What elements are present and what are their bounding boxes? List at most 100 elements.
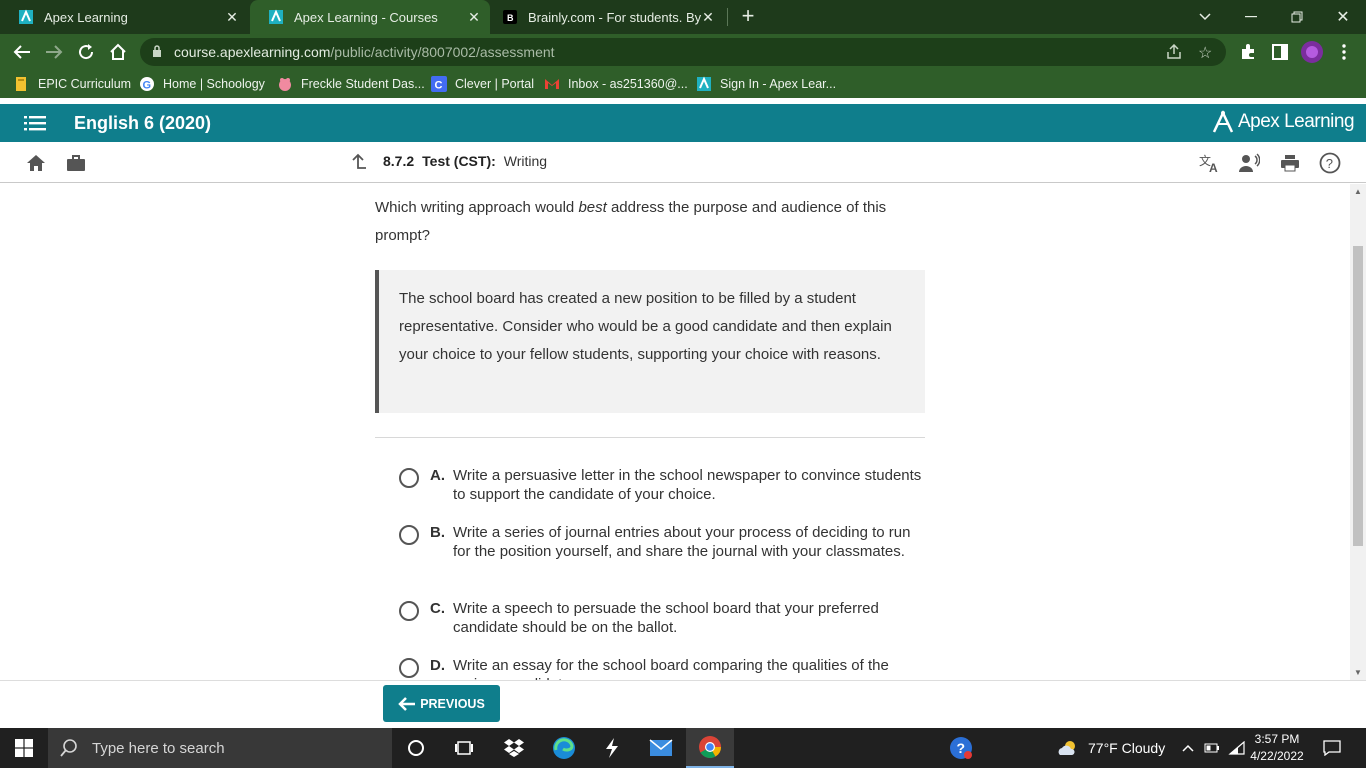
windows-start-icon[interactable] (0, 728, 48, 768)
browser-tab-apex-courses[interactable]: Apex Learning - Courses ✕ (250, 0, 490, 34)
bookmark-label: Sign In - Apex Lear... (720, 77, 837, 91)
option-text: Write a speech to persuade the school bo… (453, 600, 879, 636)
mail-icon[interactable] (637, 728, 685, 768)
apex-icon (697, 76, 711, 91)
apex-favicon-icon (19, 9, 33, 24)
taskbar-clock[interactable]: 3:57 PM 4/22/2022 (1244, 731, 1310, 765)
side-panel-icon[interactable] (1268, 40, 1292, 64)
gmail-icon (545, 79, 559, 89)
apex-header: English 6 (2020) Apex Learning (0, 104, 1366, 142)
close-tab-icon[interactable]: ✕ (700, 9, 716, 25)
bookmark-label: Inbox - as251360@... (568, 77, 688, 91)
help-icon[interactable]: ? (1319, 152, 1341, 174)
menu-hamburger-icon[interactable] (24, 114, 46, 132)
up-arrow-icon[interactable] (350, 153, 366, 169)
forward-arrow-icon[interactable] (42, 40, 66, 64)
svg-text:B: B (507, 13, 514, 23)
browser-tab-apex-learning[interactable]: Apex Learning ✕ (0, 0, 248, 34)
print-icon[interactable] (1279, 152, 1301, 174)
battery-icon[interactable] (1204, 728, 1220, 768)
svg-text:?: ? (957, 740, 966, 756)
clock-time: 3:57 PM (1254, 732, 1300, 746)
scrollbar-thumb[interactable] (1353, 246, 1363, 546)
browser-tab-strip: Apex Learning ✕ Apex Learning - Courses … (0, 0, 1366, 34)
bookmark-apex-signin[interactable]: Sign In - Apex Lear... (696, 75, 836, 93)
freckle-icon (279, 78, 291, 91)
translate-icon[interactable]: 文A (1199, 152, 1221, 174)
apex-favicon-icon (269, 9, 283, 24)
new-tab-button[interactable]: + (736, 5, 760, 29)
back-arrow-icon[interactable] (10, 40, 34, 64)
apex-learning-logo: Apex Learning (1212, 110, 1355, 134)
home-icon[interactable] (106, 40, 130, 64)
option-letter: B. (430, 524, 445, 541)
restore-window-icon[interactable] (1274, 0, 1320, 34)
cloudy-weather-icon (1058, 741, 1075, 755)
question-text: Which writing approach would best addres… (375, 194, 930, 250)
weather-widget[interactable]: 77°F Cloudy (1056, 728, 1165, 768)
address-bar[interactable]: course.apexlearning.com/public/activity/… (140, 38, 1226, 66)
bookmark-freckle[interactable]: Freckle Student Das... (277, 75, 425, 93)
assessment-footer: PREVIOUS (0, 680, 1366, 728)
tab-title: Brainly.com - For students. By stu (528, 9, 704, 25)
notification-icon[interactable] (1323, 728, 1341, 768)
radio-button[interactable] (399, 658, 419, 678)
answer-option-a[interactable]: A. Write a persuasive letter in the scho… (399, 466, 929, 504)
bookmark-inbox[interactable]: Inbox - as251360@... (544, 75, 688, 93)
brainly-favicon-icon: B (503, 10, 517, 24)
radio-button[interactable] (399, 525, 419, 545)
bookmark-home-schoology[interactable]: G Home | Schoology (139, 75, 265, 93)
breadcrumb: 8.7.2 Test (CST): Writing (350, 153, 547, 169)
option-text: Write an essay for the school board comp… (453, 657, 889, 680)
cortana-icon[interactable] (392, 728, 440, 768)
option-text: Write a series of journal entries about … (453, 524, 911, 560)
question-emphasis: best (578, 199, 607, 216)
app-lightning-icon[interactable] (588, 728, 636, 768)
bookmark-label: EPIC Curriculum (38, 77, 132, 91)
browser-tab-brainly[interactable]: B Brainly.com - For students. By stu ✕ (484, 0, 724, 34)
dropbox-icon[interactable] (490, 728, 538, 768)
home-icon[interactable] (25, 152, 47, 174)
bookmark-clever[interactable]: C Clever | Portal (431, 75, 534, 93)
svg-text:A: A (1209, 161, 1218, 173)
close-tab-icon[interactable]: ✕ (224, 9, 240, 25)
browser-menu-icon[interactable] (1332, 40, 1356, 64)
chrome-icon[interactable] (686, 728, 734, 768)
search-placeholder: Type here to search (92, 739, 225, 757)
reload-icon[interactable] (74, 40, 98, 64)
close-tab-icon[interactable]: ✕ (466, 9, 482, 25)
show-hidden-icons-icon[interactable] (1182, 728, 1194, 768)
bookmarks-bar: EPIC Curriculum G Home | Schoology Freck… (0, 70, 1366, 98)
answer-option-b[interactable]: B. Write a series of journal entries abo… (399, 523, 929, 561)
bookmark-folder-icon (16, 77, 26, 91)
assessment-content: Which writing approach would best addres… (0, 184, 1350, 680)
lock-icon (153, 45, 161, 57)
activity-subnav: 8.7.2 Test (CST): Writing 文A ? (0, 142, 1366, 183)
task-view-icon[interactable] (440, 728, 488, 768)
tab-search-icon[interactable] (1182, 0, 1228, 34)
activity-type: Test (CST): (422, 153, 496, 169)
close-window-icon[interactable]: ✕ (1320, 0, 1366, 34)
previous-button[interactable]: PREVIOUS (383, 685, 500, 722)
content-scrollbar[interactable]: ▲ ▼ (1350, 184, 1366, 680)
minimize-window-icon[interactable] (1228, 0, 1274, 34)
url-host: course.apexlearning.com (174, 44, 331, 60)
tab-title: Apex Learning (44, 9, 128, 25)
profile-avatar-icon[interactable] (1300, 40, 1324, 64)
answer-option-d[interactable]: D. Write an essay for the school board c… (399, 656, 929, 680)
help-tips-icon[interactable]: ? (937, 728, 985, 768)
writing-prompt-quote: The school board has created a new posit… (375, 270, 925, 413)
edge-icon[interactable] (540, 728, 588, 768)
radio-button[interactable] (399, 468, 419, 488)
extensions-icon[interactable] (1236, 40, 1260, 64)
bookmark-epic-curriculum[interactable]: EPIC Curriculum (14, 75, 131, 93)
share-icon[interactable] (1166, 43, 1182, 65)
bookmark-star-icon[interactable]: ☆ (1198, 43, 1212, 63)
text-to-speech-icon[interactable] (1238, 152, 1260, 174)
scroll-up-arrow-icon[interactable]: ▲ (1354, 187, 1362, 196)
taskbar-search-box[interactable]: Type here to search (48, 728, 392, 768)
radio-button[interactable] (399, 601, 419, 621)
scroll-down-arrow-icon[interactable]: ▼ (1354, 668, 1362, 677)
answer-option-c[interactable]: C. Write a speech to persuade the school… (399, 599, 929, 637)
briefcase-icon[interactable] (65, 152, 87, 174)
